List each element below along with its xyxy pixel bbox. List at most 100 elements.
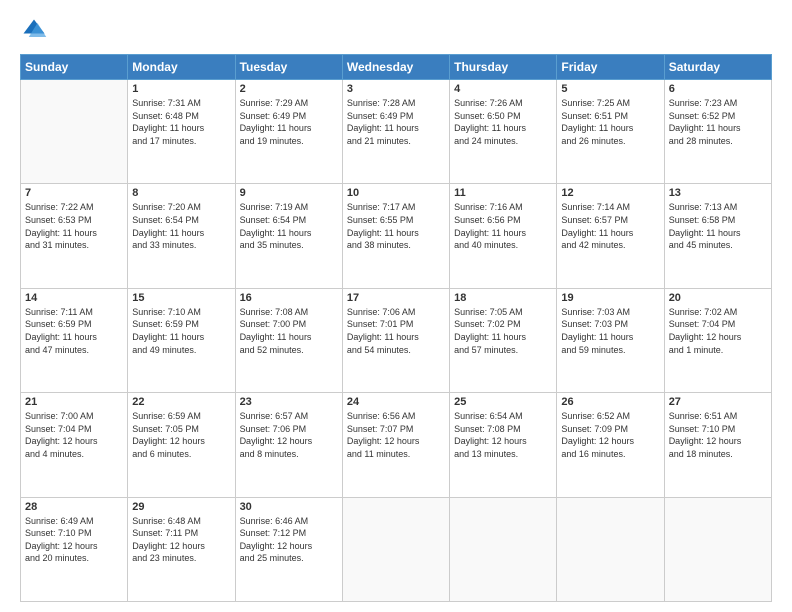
calendar-week-row: 7 Sunrise: 7:22 AMSunset: 6:53 PMDaylight… (21, 184, 772, 288)
calendar-table: SundayMondayTuesdayWednesdayThursdayFrid… (20, 54, 772, 602)
calendar-cell: 15 Sunrise: 7:10 AMSunset: 6:59 PMDayligh… (128, 288, 235, 392)
day-number: 3 (347, 83, 445, 95)
calendar-cell: 23 Sunrise: 6:57 AMSunset: 7:06 PMDayligh… (235, 393, 342, 497)
calendar-header-wednesday: Wednesday (342, 55, 449, 80)
calendar-cell: 8 Sunrise: 7:20 AMSunset: 6:54 PMDaylight… (128, 184, 235, 288)
calendar-cell: 20Sunrise: 7:02 AMSunset: 7:04 PMDayligh… (664, 288, 771, 392)
day-number: 16 (240, 292, 338, 304)
day-number: 4 (454, 83, 552, 95)
calendar-cell: 6Sunrise: 7:23 AMSunset: 6:52 PMDaylight… (664, 80, 771, 184)
day-number: 23 (240, 396, 338, 408)
day-info: Sunrise: 7:23 AMSunset: 6:52 PMDaylight:… (669, 97, 767, 147)
day-info: Sunrise: 7:31 AMSunset: 6:48 PMDaylight:… (132, 97, 230, 147)
day-number: 21 (25, 396, 123, 408)
calendar-cell (21, 80, 128, 184)
day-number: 29 (132, 501, 230, 513)
calendar-cell (450, 497, 557, 601)
day-info: Sunrise: 6:59 AMSunset: 7:05 PMDaylight:… (132, 410, 230, 460)
calendar-cell: 10Sunrise: 7:17 AMSunset: 6:55 PMDayligh… (342, 184, 449, 288)
day-info: Sunrise: 7:06 AMSunset: 7:01 PMDaylight:… (347, 306, 445, 356)
day-info: Sunrise: 6:51 AMSunset: 7:10 PMDaylight:… (669, 410, 767, 460)
day-number: 24 (347, 396, 445, 408)
day-number: 7 (25, 187, 123, 199)
day-info: Sunrise: 6:49 AMSunset: 7:10 PMDaylight:… (25, 515, 123, 565)
day-number: 5 (561, 83, 659, 95)
calendar-header-sunday: Sunday (21, 55, 128, 80)
day-info: Sunrise: 7:08 AMSunset: 7:00 PMDaylight:… (240, 306, 338, 356)
calendar-cell: 17Sunrise: 7:06 AMSunset: 7:01 PMDayligh… (342, 288, 449, 392)
day-info: Sunrise: 7:22 AMSunset: 6:53 PMDaylight:… (25, 201, 123, 251)
calendar-header-saturday: Saturday (664, 55, 771, 80)
day-number: 13 (669, 187, 767, 199)
calendar-cell: 24 Sunrise: 6:56 AMSunset: 7:07 PMDayligh… (342, 393, 449, 497)
calendar-cell: 25 Sunrise: 6:54 AMSunset: 7:08 PMDayligh… (450, 393, 557, 497)
calendar-header-friday: Friday (557, 55, 664, 80)
calendar-header-row: SundayMondayTuesdayWednesdayThursdayFrid… (21, 55, 772, 80)
day-info: Sunrise: 6:46 AMSunset: 7:12 PMDaylight:… (240, 515, 338, 565)
calendar-cell: 28Sunrise: 6:49 AMSunset: 7:10 PMDayligh… (21, 497, 128, 601)
day-number: 11 (454, 187, 552, 199)
calendar-header-monday: Monday (128, 55, 235, 80)
day-number: 15 (132, 292, 230, 304)
calendar-cell: 3Sunrise: 7:28 AMSunset: 6:49 PMDaylight… (342, 80, 449, 184)
day-info: Sunrise: 7:10 AMSunset: 6:59 PMDaylight:… (132, 306, 230, 356)
calendar-cell: 7 Sunrise: 7:22 AMSunset: 6:53 PMDaylight… (21, 184, 128, 288)
header (20, 16, 772, 44)
day-number: 25 (454, 396, 552, 408)
calendar-week-row: 21 Sunrise: 7:00 AMSunset: 7:04 PMDayligh… (21, 393, 772, 497)
calendar-cell: 13 Sunrise: 7:13 AMSunset: 6:58 PMDayligh… (664, 184, 771, 288)
day-info: Sunrise: 7:25 AMSunset: 6:51 PMDaylight:… (561, 97, 659, 147)
day-info: Sunrise: 7:16 AMSunset: 6:56 PMDaylight:… (454, 201, 552, 251)
day-number: 22 (132, 396, 230, 408)
day-info: Sunrise: 6:48 AMSunset: 7:11 PMDaylight:… (132, 515, 230, 565)
day-info: Sunrise: 7:20 AMSunset: 6:54 PMDaylight:… (132, 201, 230, 251)
calendar-cell: 16 Sunrise: 7:08 AMSunset: 7:00 PMDayligh… (235, 288, 342, 392)
day-number: 27 (669, 396, 767, 408)
calendar-cell: 9Sunrise: 7:19 AMSunset: 6:54 PMDaylight… (235, 184, 342, 288)
day-info: Sunrise: 7:29 AMSunset: 6:49 PMDaylight:… (240, 97, 338, 147)
calendar-cell: 21 Sunrise: 7:00 AMSunset: 7:04 PMDayligh… (21, 393, 128, 497)
calendar-cell: 4Sunrise: 7:26 AMSunset: 6:50 PMDaylight… (450, 80, 557, 184)
day-info: Sunrise: 7:05 AMSunset: 7:02 PMDaylight:… (454, 306, 552, 356)
calendar-cell (664, 497, 771, 601)
day-number: 9 (240, 187, 338, 199)
calendar-cell: 18 Sunrise: 7:05 AMSunset: 7:02 PMDayligh… (450, 288, 557, 392)
calendar-cell: 26 Sunrise: 6:52 AMSunset: 7:09 PMDayligh… (557, 393, 664, 497)
day-number: 30 (240, 501, 338, 513)
day-info: Sunrise: 7:03 AMSunset: 7:03 PMDaylight:… (561, 306, 659, 356)
page: SundayMondayTuesdayWednesdayThursdayFrid… (0, 0, 792, 612)
day-number: 18 (454, 292, 552, 304)
calendar-cell: 19Sunrise: 7:03 AMSunset: 7:03 PMDayligh… (557, 288, 664, 392)
day-info: Sunrise: 7:11 AMSunset: 6:59 PMDaylight:… (25, 306, 123, 356)
calendar-week-row: 28Sunrise: 6:49 AMSunset: 7:10 PMDayligh… (21, 497, 772, 601)
calendar-cell: 22 Sunrise: 6:59 AMSunset: 7:05 PMDayligh… (128, 393, 235, 497)
calendar-cell: 1 Sunrise: 7:31 AMSunset: 6:48 PMDaylight… (128, 80, 235, 184)
day-info: Sunrise: 6:52 AMSunset: 7:09 PMDaylight:… (561, 410, 659, 460)
calendar-cell: 30 Sunrise: 6:46 AMSunset: 7:12 PMDayligh… (235, 497, 342, 601)
day-number: 26 (561, 396, 659, 408)
calendar-header-tuesday: Tuesday (235, 55, 342, 80)
logo-icon (20, 16, 48, 44)
day-number: 1 (132, 83, 230, 95)
calendar-cell: 27 Sunrise: 6:51 AMSunset: 7:10 PMDayligh… (664, 393, 771, 497)
calendar-cell: 5 Sunrise: 7:25 AMSunset: 6:51 PMDaylight… (557, 80, 664, 184)
day-info: Sunrise: 7:13 AMSunset: 6:58 PMDaylight:… (669, 201, 767, 251)
day-info: Sunrise: 7:02 AMSunset: 7:04 PMDaylight:… (669, 306, 767, 356)
day-number: 10 (347, 187, 445, 199)
calendar-cell (557, 497, 664, 601)
logo (20, 16, 52, 44)
day-info: Sunrise: 7:14 AMSunset: 6:57 PMDaylight:… (561, 201, 659, 251)
day-info: Sunrise: 7:00 AMSunset: 7:04 PMDaylight:… (25, 410, 123, 460)
calendar-week-row: 1 Sunrise: 7:31 AMSunset: 6:48 PMDaylight… (21, 80, 772, 184)
day-info: Sunrise: 6:54 AMSunset: 7:08 PMDaylight:… (454, 410, 552, 460)
day-number: 14 (25, 292, 123, 304)
calendar-cell: 11 Sunrise: 7:16 AMSunset: 6:56 PMDayligh… (450, 184, 557, 288)
calendar-cell: 2Sunrise: 7:29 AMSunset: 6:49 PMDaylight… (235, 80, 342, 184)
calendar-cell: 14 Sunrise: 7:11 AMSunset: 6:59 PMDayligh… (21, 288, 128, 392)
day-info: Sunrise: 6:56 AMSunset: 7:07 PMDaylight:… (347, 410, 445, 460)
day-number: 8 (132, 187, 230, 199)
day-info: Sunrise: 6:57 AMSunset: 7:06 PMDaylight:… (240, 410, 338, 460)
day-number: 12 (561, 187, 659, 199)
calendar-week-row: 14 Sunrise: 7:11 AMSunset: 6:59 PMDayligh… (21, 288, 772, 392)
calendar-cell: 29 Sunrise: 6:48 AMSunset: 7:11 PMDayligh… (128, 497, 235, 601)
